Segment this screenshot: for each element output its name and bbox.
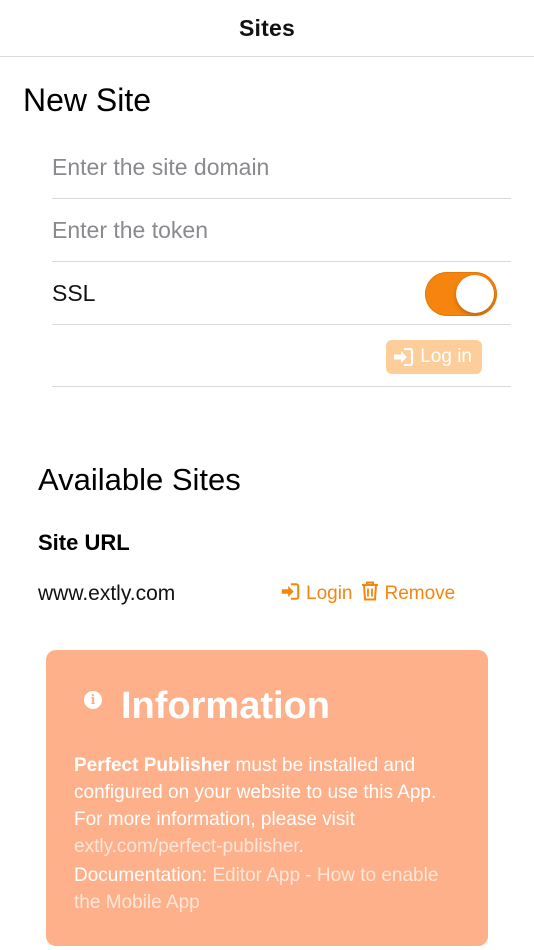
- domain-row: [52, 137, 511, 199]
- new-site-title: New Site: [23, 82, 152, 118]
- documentation-label: Documentation:: [74, 865, 213, 886]
- log-in-label: Log in: [420, 346, 472, 367]
- login-row: Log in: [52, 325, 511, 387]
- token-input[interactable]: [52, 217, 511, 244]
- site-remove-label: Remove: [384, 583, 456, 604]
- information-text: Perfect Publisher must be installed and …: [74, 752, 460, 916]
- site-login-button[interactable]: Login: [280, 582, 353, 606]
- site-remove-button[interactable]: Remove: [361, 581, 456, 607]
- sign-in-icon: [280, 582, 300, 606]
- ssl-row: SSL: [52, 263, 511, 325]
- ssl-toggle[interactable]: [425, 271, 497, 316]
- information-header: i Information: [74, 680, 460, 732]
- perfect-publisher-link[interactable]: extly.com/perfect-publisher: [74, 836, 299, 857]
- site-login-label: Login: [306, 583, 353, 604]
- log-in-button[interactable]: Log in: [386, 340, 482, 374]
- site-url: www.extly.com: [38, 582, 176, 605]
- site-url-column-header: Site URL: [38, 530, 130, 555]
- navigation-bar: Sites: [0, 0, 534, 57]
- information-panel: i Information Perfect Publisher must be …: [46, 650, 488, 946]
- sign-in-icon: [392, 348, 414, 366]
- link-suffix: .: [298, 836, 304, 857]
- ssl-label: SSL: [52, 280, 96, 306]
- site-domain-input[interactable]: [52, 154, 511, 181]
- trash-icon: [361, 581, 379, 607]
- available-sites-title: Available Sites: [38, 462, 241, 497]
- documentation-line: Documentation: Editor App - How to enabl…: [74, 862, 460, 916]
- site-row: www.extly.com Login Remove: [38, 578, 478, 610]
- ssl-toggle-knob: [456, 274, 494, 313]
- information-title: Information: [121, 684, 330, 727]
- info-circle-icon: i: [84, 691, 102, 709]
- token-row: [52, 200, 511, 262]
- nav-title: Sites: [239, 14, 295, 41]
- product-name: Perfect Publisher: [74, 755, 231, 776]
